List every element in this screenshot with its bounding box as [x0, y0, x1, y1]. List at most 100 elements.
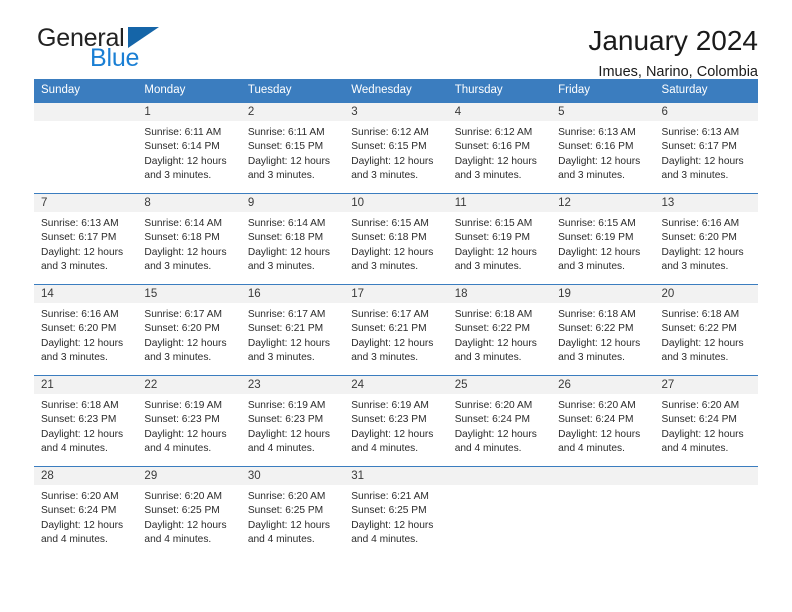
daylight-text-line2: and 3 minutes. — [351, 170, 419, 182]
calendar-day-cell-empty — [447, 466, 552, 557]
daylight-text-line2: and 4 minutes. — [558, 443, 625, 455]
calendar-day-cell[interactable]: 16 Sunrise: 6:17 AM Sunset: 6:21 PM Dayligh… — [240, 284, 345, 376]
sunrise-text: Sunrise: 6:19 AM — [144, 400, 223, 411]
day-sun-info: Sunrise: 6:11 AM Sunset: 6:15 PM Daylight:… — [241, 121, 344, 184]
daylight-text-line1: Daylight: 12 hours — [41, 519, 124, 531]
calendar-day-cell[interactable]: 9 Sunrise: 6:14 AM Sunset: 6:18 PM Daylight… — [240, 193, 345, 285]
day-sun-info: Sunrise: 6:20 AM Sunset: 6:24 PM Daylight:… — [655, 394, 758, 457]
calendar-day-cell[interactable]: 7 Sunrise: 6:13 AM Sunset: 6:17 PM Daylight… — [34, 193, 138, 285]
calendar-week-row: 21 Sunrise: 6:18 AM Sunset: 6:23 PM Dayligh… — [34, 375, 758, 467]
daylight-text-line2: and 3 minutes. — [558, 352, 625, 364]
day-number: 13 — [654, 194, 758, 212]
weekday-header-sunday: Sunday — [34, 79, 138, 103]
sunrise-text: Sunrise: 6:18 AM — [41, 400, 119, 411]
calendar-day-cell[interactable]: 21 Sunrise: 6:18 AM Sunset: 6:23 PM Dayligh… — [34, 375, 138, 467]
daylight-text-line1: Daylight: 12 hours — [351, 337, 434, 349]
calendar-day-cell[interactable]: 30 Sunrise: 6:20 AM Sunset: 6:25 PM Dayligh… — [240, 466, 345, 557]
daylight-text-line1: Daylight: 12 hours — [661, 428, 744, 440]
daylight-text-line2: and 3 minutes. — [351, 352, 419, 364]
daylight-text-line1: Daylight: 12 hours — [454, 155, 537, 167]
calendar-day-cell[interactable]: 1 Sunrise: 6:11 AM Sunset: 6:14 PM Daylight… — [137, 102, 241, 194]
day-sun-info: Sunrise: 6:19 AM Sunset: 6:23 PM Daylight:… — [137, 394, 240, 457]
day-number: 20 — [654, 285, 758, 303]
logo-text-blue: Blue — [90, 44, 140, 72]
calendar-day-cell[interactable]: 8 Sunrise: 6:14 AM Sunset: 6:18 PM Daylight… — [137, 193, 241, 285]
sunset-text: Sunset: 6:14 PM — [144, 141, 220, 153]
calendar-day-cell[interactable]: 12 Sunrise: 6:15 AM Sunset: 6:19 PM Dayligh… — [551, 193, 655, 285]
calendar-day-cell[interactable]: 3 Sunrise: 6:12 AM Sunset: 6:15 PM Daylight… — [344, 102, 448, 194]
calendar-day-cell[interactable]: 18 Sunrise: 6:18 AM Sunset: 6:22 PM Dayligh… — [447, 284, 552, 376]
sunset-text: Sunset: 6:20 PM — [41, 323, 117, 335]
calendar-day-cell[interactable]: 26 Sunrise: 6:20 AM Sunset: 6:24 PM Dayligh… — [551, 375, 655, 467]
calendar-day-cell-empty — [551, 466, 655, 557]
sunset-text: Sunset: 6:23 PM — [247, 414, 324, 426]
daylight-text-line1: Daylight: 12 hours — [144, 246, 227, 258]
page-header: General Blue January 2024 Imues, Narino,… — [34, 0, 758, 81]
weekday-header-wednesday: Wednesday — [344, 79, 448, 103]
calendar-day-cell[interactable]: 29 Sunrise: 6:20 AM Sunset: 6:25 PM Dayligh… — [137, 466, 241, 557]
day-number: 19 — [551, 285, 655, 303]
sunrise-text: Sunrise: 6:19 AM — [351, 400, 429, 411]
calendar-day-cell[interactable]: 24 Sunrise: 6:19 AM Sunset: 6:23 PM Dayligh… — [344, 375, 448, 467]
calendar-day-cell[interactable]: 31 Sunrise: 6:21 AM Sunset: 6:25 PM Dayligh… — [344, 466, 448, 557]
sunrise-text: Sunrise: 6:18 AM — [558, 309, 636, 320]
calendar-day-cell[interactable]: 10 Sunrise: 6:15 AM Sunset: 6:18 PM Dayligh… — [344, 193, 448, 285]
day-sun-info: Sunrise: 6:18 AM Sunset: 6:22 PM Daylight:… — [551, 303, 654, 366]
sunset-text: Sunset: 6:18 PM — [247, 232, 324, 244]
daylight-text-line1: Daylight: 12 hours — [144, 519, 227, 531]
day-sun-info: Sunrise: 6:20 AM Sunset: 6:24 PM Daylight:… — [448, 394, 551, 457]
sunset-text: Sunset: 6:19 PM — [558, 232, 634, 244]
calendar-day-cell[interactable]: 20 Sunrise: 6:18 AM Sunset: 6:22 PM Dayligh… — [654, 284, 758, 376]
calendar-day-cell[interactable]: 4 Sunrise: 6:12 AM Sunset: 6:16 PM Daylight… — [447, 102, 552, 194]
sunset-text: Sunset: 6:18 PM — [144, 232, 220, 244]
daylight-text-line2: and 3 minutes. — [247, 352, 315, 364]
calendar-day-cell[interactable]: 27 Sunrise: 6:20 AM Sunset: 6:24 PM Dayligh… — [654, 375, 758, 467]
daylight-text-line1: Daylight: 12 hours — [454, 246, 537, 258]
daylight-text-line2: and 3 minutes. — [41, 352, 108, 364]
calendar-day-cell[interactable]: 11 Sunrise: 6:15 AM Sunset: 6:19 PM Dayligh… — [447, 193, 552, 285]
sunset-text: Sunset: 6:25 PM — [144, 505, 220, 517]
day-number — [34, 103, 138, 121]
weekday-header-saturday: Saturday — [654, 79, 758, 103]
daylight-text-line1: Daylight: 12 hours — [558, 428, 641, 440]
day-sun-info: Sunrise: 6:13 AM Sunset: 6:17 PM Daylight:… — [655, 121, 758, 184]
calendar-day-cell[interactable]: 28 Sunrise: 6:20 AM Sunset: 6:24 PM Dayligh… — [34, 466, 138, 557]
daylight-text-line1: Daylight: 12 hours — [144, 428, 227, 440]
sunset-text: Sunset: 6:24 PM — [558, 414, 634, 426]
day-sun-info: Sunrise: 6:18 AM Sunset: 6:23 PM Daylight:… — [34, 394, 137, 457]
daylight-text-line1: Daylight: 12 hours — [661, 246, 744, 258]
daylight-text-line1: Daylight: 12 hours — [661, 337, 744, 349]
calendar-day-cell[interactable]: 15 Sunrise: 6:17 AM Sunset: 6:20 PM Dayligh… — [137, 284, 241, 376]
day-number: 24 — [344, 376, 448, 394]
day-sun-info: Sunrise: 6:17 AM Sunset: 6:21 PM Daylight:… — [241, 303, 344, 366]
day-number — [551, 467, 655, 485]
day-number: 10 — [344, 194, 448, 212]
day-number: 31 — [344, 467, 448, 485]
calendar-day-cell[interactable]: 6 Sunrise: 6:13 AM Sunset: 6:17 PM Daylight… — [654, 102, 758, 194]
calendar-day-cell[interactable]: 17 Sunrise: 6:17 AM Sunset: 6:21 PM Dayligh… — [344, 284, 448, 376]
calendar-week-row: 28 Sunrise: 6:20 AM Sunset: 6:24 PM Dayligh… — [34, 466, 758, 557]
day-number: 3 — [344, 103, 448, 121]
calendar-day-cell[interactable]: 2 Sunrise: 6:11 AM Sunset: 6:15 PM Daylight… — [240, 102, 345, 194]
day-number: 21 — [34, 376, 138, 394]
general-blue-logo[interactable]: General Blue — [34, 24, 214, 76]
day-number: 30 — [240, 467, 345, 485]
calendar-day-cell[interactable]: 23 Sunrise: 6:19 AM Sunset: 6:23 PM Dayligh… — [240, 375, 345, 467]
daylight-text-line2: and 4 minutes. — [351, 534, 419, 546]
calendar-day-cell[interactable]: 5 Sunrise: 6:13 AM Sunset: 6:16 PM Daylight… — [551, 102, 655, 194]
day-number: 5 — [551, 103, 655, 121]
sunrise-text: Sunrise: 6:16 AM — [661, 218, 740, 229]
day-sun-info: Sunrise: 6:15 AM Sunset: 6:18 PM Daylight:… — [344, 212, 447, 275]
calendar-day-cell-empty — [34, 102, 138, 194]
calendar-day-cell[interactable]: 13 Sunrise: 6:16 AM Sunset: 6:20 PM Dayligh… — [654, 193, 758, 285]
calendar-day-cell[interactable]: 22 Sunrise: 6:19 AM Sunset: 6:23 PM Dayligh… — [137, 375, 241, 467]
calendar-day-cell-empty — [654, 466, 758, 557]
daylight-text-line1: Daylight: 12 hours — [558, 155, 641, 167]
sunset-text: Sunset: 6:21 PM — [351, 323, 427, 335]
sunrise-text: Sunrise: 6:17 AM — [247, 309, 326, 320]
day-number: 2 — [240, 103, 345, 121]
calendar-day-cell[interactable]: 14 Sunrise: 6:16 AM Sunset: 6:20 PM Dayligh… — [34, 284, 138, 376]
calendar-day-cell[interactable]: 25 Sunrise: 6:20 AM Sunset: 6:24 PM Dayligh… — [447, 375, 552, 467]
calendar-day-cell[interactable]: 19 Sunrise: 6:18 AM Sunset: 6:22 PM Dayligh… — [551, 284, 655, 376]
sunrise-text: Sunrise: 6:19 AM — [247, 400, 326, 411]
